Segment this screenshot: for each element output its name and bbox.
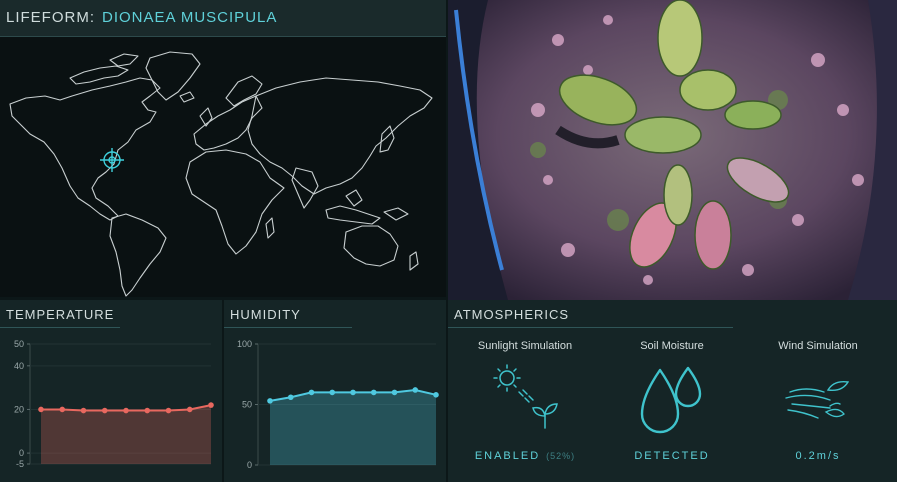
atmospherics-title-underline [448, 327, 733, 328]
data-point [391, 389, 398, 396]
y-tick-label: 20 [14, 404, 24, 414]
data-point [186, 406, 193, 413]
location-target-icon[interactable] [100, 148, 124, 172]
wind-simulation[interactable]: Wind Simulation [748, 340, 888, 432]
sunlight-status-text: ENABLED [474, 450, 541, 462]
temperature-panel: TEMPERATURE 50 40 20 0 -5 [0, 300, 222, 482]
continent-asia [247, 77, 433, 195]
y-tick-label: 40 [14, 361, 24, 371]
lifeform-header: LIFEFORM: DIONAEA MUSCIPULA [0, 0, 446, 37]
data-point [144, 407, 151, 414]
sunlight-simulation-label: Sunlight Simulation [477, 340, 573, 352]
data-point [80, 407, 87, 414]
island-ellesmere [109, 53, 139, 67]
world-map[interactable] [0, 38, 446, 297]
y-tick-label: 50 [14, 339, 24, 349]
data-point [267, 398, 273, 404]
data-point [329, 389, 336, 396]
wind-status: 0.2m/s [795, 450, 841, 462]
island-new-guinea [383, 207, 409, 221]
data-point [287, 394, 294, 401]
island-madagascar [265, 217, 275, 239]
island-iceland [179, 91, 195, 103]
temperature-title: TEMPERATURE [6, 307, 115, 322]
soil-moisture-label: Soil Moisture [640, 340, 704, 352]
temperature-chart: 50 40 20 0-5 [14, 339, 214, 469]
humidity-chart: 100 50 0 [237, 339, 439, 470]
lifeform-photo [448, 0, 897, 300]
continent-south-america [109, 213, 167, 297]
y-tick-label: 100 [237, 339, 252, 349]
lifeform-panel: LIFEFORM: DIONAEA MUSCIPULA [0, 0, 446, 297]
data-point [308, 389, 315, 396]
island-japan [379, 125, 395, 153]
atmospherics-title: ATMOSPHERICS [454, 307, 570, 322]
venus-flytrap-photo [448, 0, 897, 300]
humidity-title: HUMIDITY [230, 307, 301, 322]
data-point [433, 392, 439, 398]
humidity-title-underline [224, 327, 352, 328]
data-point [38, 406, 44, 413]
sun-plant-icon [493, 364, 558, 429]
continent-africa [185, 149, 285, 255]
island-britain [199, 107, 213, 127]
islands-indonesia [325, 205, 381, 225]
y-tick-label: -5 [16, 459, 24, 469]
lifeform-species: DIONAEA MUSCIPULA [102, 9, 278, 26]
data-point [59, 406, 66, 413]
sunlight-simulation[interactable]: Sunlight Simulation [455, 340, 595, 432]
data-point [208, 402, 214, 408]
y-tick-label: 0 [19, 448, 24, 458]
data-point [123, 407, 129, 414]
water-drops-icon [640, 366, 702, 434]
sunlight-status: ENABLED (52%) [455, 450, 595, 462]
soil-moisture[interactable]: Soil Moisture [602, 340, 742, 442]
data-point [101, 407, 108, 414]
humidity-panel: HUMIDITY 100 50 0 [224, 300, 446, 482]
island-new-zealand [409, 251, 419, 271]
temperature-title-underline [0, 327, 120, 328]
atmospherics-panel: ATMOSPHERICS Sunlight Simulation ENABLED… [448, 300, 897, 482]
wind-leaves-icon [785, 380, 850, 419]
island-borneo [345, 189, 363, 207]
series-area [270, 389, 436, 465]
y-tick-label: 0 [247, 460, 252, 470]
continent-arctic-islands [69, 65, 129, 85]
wind-simulation-label: Wind Simulation [778, 340, 858, 352]
data-point [412, 387, 419, 393]
soil-moisture-status: DETECTED [634, 450, 710, 462]
continent-north-america [9, 77, 161, 221]
data-point [350, 389, 356, 396]
sunlight-percentage: (52%) [546, 451, 576, 461]
continent-australia [343, 225, 399, 267]
lifeform-label: LIFEFORM: [6, 9, 96, 26]
data-point [165, 407, 172, 414]
y-tick-label: 50 [242, 400, 252, 410]
data-point [370, 389, 377, 396]
series-area [41, 405, 211, 464]
